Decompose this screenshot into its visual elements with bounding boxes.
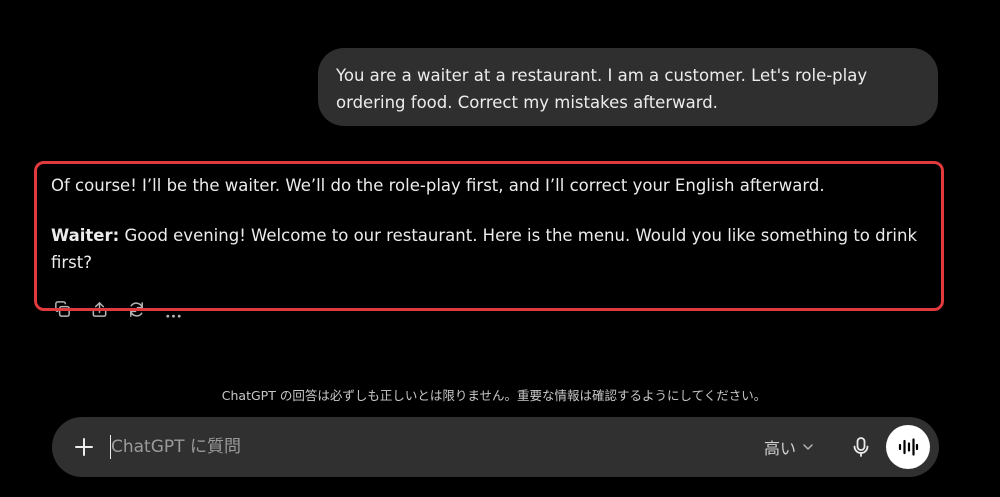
red-highlight-annotation	[34, 161, 944, 311]
composer-bar: 高い	[52, 417, 939, 477]
chat-page: You are a waiter at a restaurant. I am a…	[0, 0, 1000, 497]
disclaimer-text: ChatGPT の回答は必ずしも正しいとは限りません。重要な情報は確認するように…	[221, 388, 767, 403]
voice-mode-button[interactable]	[886, 425, 930, 469]
model-select-label: 高い	[764, 439, 797, 458]
prompt-input[interactable]	[111, 432, 711, 462]
user-message-bubble: You are a waiter at a restaurant. I am a…	[318, 48, 938, 126]
voice-waveform-icon	[898, 438, 919, 456]
model-select[interactable]: 高い	[764, 434, 814, 460]
chevron-down-icon	[803, 444, 813, 450]
add-attachment-button[interactable]	[69, 432, 99, 462]
user-message-text: You are a waiter at a restaurant. I am a…	[336, 66, 868, 112]
plus-icon	[75, 438, 93, 456]
dictate-button[interactable]	[847, 433, 875, 461]
microphone-icon	[853, 437, 869, 457]
